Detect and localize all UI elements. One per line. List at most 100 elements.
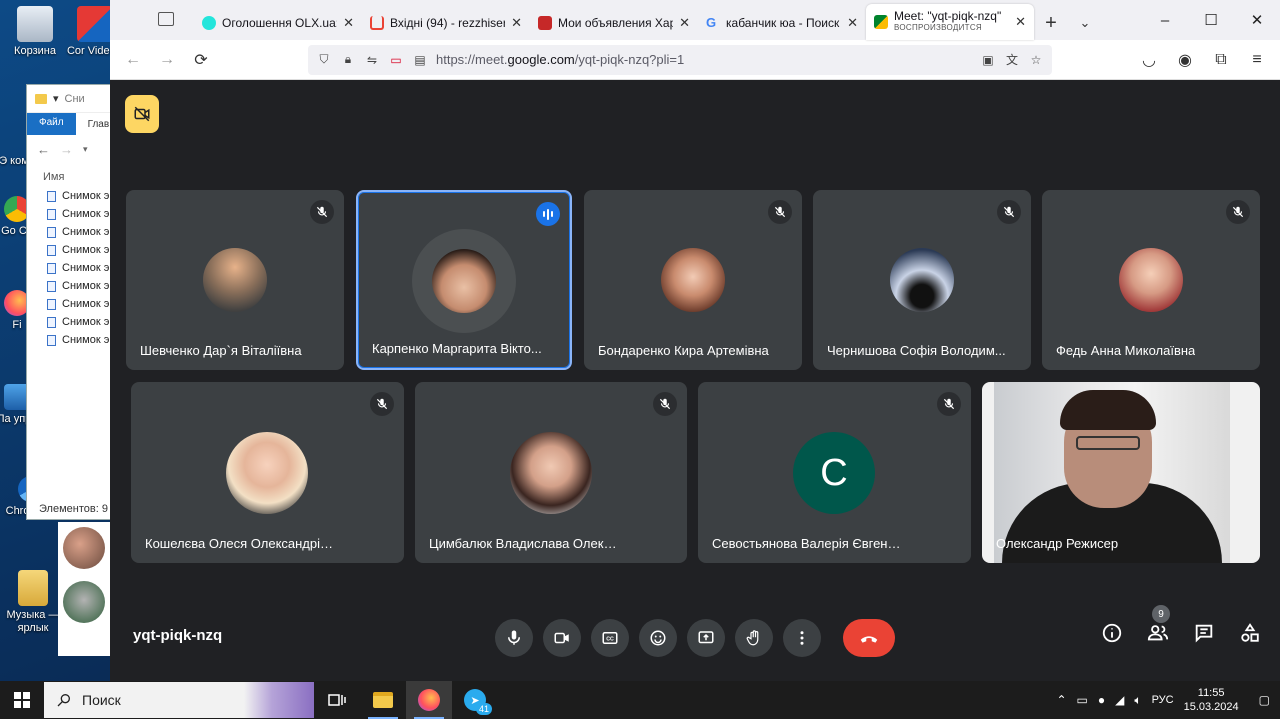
participant-tile[interactable]: Шевченко Дар`я Віталіївна xyxy=(126,190,344,370)
meeting-details-button[interactable] xyxy=(1100,621,1124,645)
battery-icon[interactable]: ▭ xyxy=(1077,693,1088,707)
tab-meet[interactable]: Meet: "yqt-piqk-nzq" ВОСПРОИЗВОДИТСЯ ✕ xyxy=(866,4,1034,40)
camera-button[interactable] xyxy=(543,619,581,657)
shield-icon[interactable]: ⛉ xyxy=(316,52,332,68)
close-tab-icon[interactable]: ✕ xyxy=(679,15,690,31)
participant-tile[interactable]: С Севостьянова Валерія Євгенівна xyxy=(698,382,971,563)
pocket-icon[interactable]: ◡ xyxy=(1134,45,1164,75)
dropdown-icon[interactable]: ▾ xyxy=(53,92,59,105)
more-vertical-icon xyxy=(800,631,804,645)
captions-button[interactable]: CC xyxy=(591,619,629,657)
input-language[interactable]: РУС xyxy=(1152,694,1174,706)
clock-date: 15.03.2024 xyxy=(1183,701,1239,713)
activities-icon xyxy=(1241,623,1259,642)
show-hidden-icons-icon[interactable]: ⌃ xyxy=(1056,693,1066,707)
activities-button[interactable] xyxy=(1238,621,1262,645)
participant-tile[interactable]: Кошелєва Олеся Олександрівна xyxy=(131,382,404,563)
list-item[interactable]: Снимок э xyxy=(27,187,115,205)
camera-in-use-icon[interactable]: ▭ xyxy=(388,52,404,68)
recycle-bin-icon xyxy=(17,6,53,42)
file-name: Снимок э xyxy=(62,208,110,220)
account-icon[interactable]: ◉ xyxy=(1170,45,1200,75)
photo-thumbnail[interactable] xyxy=(63,581,105,623)
volume-icon[interactable]: 🔈︎ xyxy=(1134,693,1141,708)
photo-thumbnail[interactable] xyxy=(63,527,105,569)
present-screen-button[interactable] xyxy=(687,619,725,657)
leave-call-button[interactable] xyxy=(843,619,895,657)
raise-hand-button[interactable] xyxy=(735,619,773,657)
tab-home[interactable]: Глав xyxy=(76,119,110,130)
list-tabs-button[interactable]: ⌄ xyxy=(1068,6,1102,40)
taskbar-file-explorer[interactable] xyxy=(360,681,406,719)
chevron-down-icon[interactable]: ▾ xyxy=(83,144,88,155)
permissions-icon[interactable]: ⇋ xyxy=(364,52,380,68)
notifications-icon[interactable]: ▢ xyxy=(1259,693,1270,707)
chat-button[interactable] xyxy=(1192,621,1216,645)
explorer-ribbon: Файл Глав xyxy=(27,113,115,135)
forward-button[interactable]: → xyxy=(152,45,182,75)
list-item[interactable]: Снимок э xyxy=(27,259,115,277)
taskbar-firefox[interactable] xyxy=(406,681,452,719)
clock[interactable]: 11:55 15.03.2024 xyxy=(1184,686,1239,714)
tab-file[interactable]: Файл xyxy=(27,113,76,135)
tab-title: Оголошення OLX.ua: xyxy=(222,16,338,30)
url-bar[interactable]: ⛉ 🔒︎ ⇋ ▭ ▤ https://meet.google.com/yqt-p… xyxy=(308,44,1052,75)
recycle-bin-shortcut[interactable]: Корзина xyxy=(4,6,66,58)
people-button[interactable]: 9 xyxy=(1146,605,1170,645)
list-item[interactable]: Снимок э xyxy=(27,241,115,259)
reader-view-icon[interactable]: ▣ xyxy=(980,52,996,68)
list-item[interactable]: Снимок э xyxy=(27,277,115,295)
translate-icon[interactable]: 文 xyxy=(1004,52,1020,68)
tab-ads[interactable]: Мои объявления Хар ✕ xyxy=(530,6,698,40)
list-item[interactable]: Снимок э xyxy=(27,331,115,349)
lock-icon[interactable]: 🔒︎ xyxy=(340,52,356,68)
list-item[interactable]: Снимок э xyxy=(27,205,115,223)
bookmark-star-icon[interactable]: ☆ xyxy=(1028,52,1044,68)
taskbar-telegram[interactable]: ➤ 41 xyxy=(452,681,498,719)
new-tab-button[interactable]: + xyxy=(1034,6,1068,40)
mic-off-icon xyxy=(997,200,1021,224)
image-file-icon xyxy=(47,334,56,346)
close-tab-icon[interactable]: ✕ xyxy=(847,15,858,31)
taskbar-search-box[interactable]: Поиск xyxy=(44,682,314,718)
tab-overview-icon[interactable] xyxy=(158,12,174,26)
reload-button[interactable]: ⟳ xyxy=(186,45,216,75)
video-person-glasses xyxy=(1076,436,1140,450)
participant-tile-speaking[interactable]: Карпенко Маргарита Вікто... xyxy=(356,190,572,370)
maximize-button[interactable]: ☐ xyxy=(1188,0,1234,40)
camera-off-badge[interactable] xyxy=(125,95,159,133)
close-tab-icon[interactable]: ✕ xyxy=(511,15,522,31)
back-button[interactable]: ← xyxy=(118,45,148,75)
emoji-reaction-button[interactable] xyxy=(639,619,677,657)
tab-google-search[interactable]: G кабанчик юа - Поиск ✕ xyxy=(698,6,866,40)
forward-arrow-icon[interactable]: → xyxy=(60,142,73,157)
list-item[interactable]: Снимок э xyxy=(27,313,115,331)
close-tab-icon[interactable]: ✕ xyxy=(1015,14,1026,30)
close-window-button[interactable]: ✕ xyxy=(1234,0,1280,40)
list-item[interactable]: Снимок э xyxy=(27,223,115,241)
participant-tile[interactable]: Федь Анна Миколаївна xyxy=(1042,190,1260,370)
microphone-button[interactable] xyxy=(495,619,533,657)
participant-tile[interactable]: Чернишова Софія Володим... xyxy=(813,190,1031,370)
image-file-icon xyxy=(47,298,56,310)
task-view-button[interactable] xyxy=(314,681,360,719)
participant-tile[interactable]: Цимбалюк Владислава Олександрі... xyxy=(415,382,687,563)
extensions-icon[interactable]: ⧉ xyxy=(1206,45,1236,75)
participant-video-tile[interactable]: Олександр Режисер xyxy=(982,382,1260,563)
tab-olx[interactable]: Оголошення OLX.ua: ✕ xyxy=(194,6,362,40)
column-header-name[interactable]: Имя xyxy=(27,163,115,187)
microphone-tray-icon[interactable]: ● xyxy=(1098,693,1105,707)
more-options-button[interactable] xyxy=(783,619,821,657)
translate-page-icon[interactable]: ▤ xyxy=(412,52,428,68)
network-icon[interactable]: ◢ xyxy=(1115,693,1124,707)
desktop-icon-label: Корзина xyxy=(14,45,56,57)
list-item[interactable]: Снимок э xyxy=(27,295,115,313)
menu-icon[interactable]: ≡ xyxy=(1242,45,1272,75)
music-shortcut[interactable]: Музыка — ярлык xyxy=(2,570,64,635)
close-tab-icon[interactable]: ✕ xyxy=(343,15,354,31)
minimize-button[interactable]: – xyxy=(1142,0,1188,40)
back-arrow-icon[interactable]: ← xyxy=(37,142,50,157)
participant-tile[interactable]: Бондаренко Кира Артемівна xyxy=(584,190,802,370)
tab-gmail[interactable]: Вхідні (94) - rezzhiser@ ✕ xyxy=(362,6,530,40)
start-button[interactable] xyxy=(0,692,44,708)
